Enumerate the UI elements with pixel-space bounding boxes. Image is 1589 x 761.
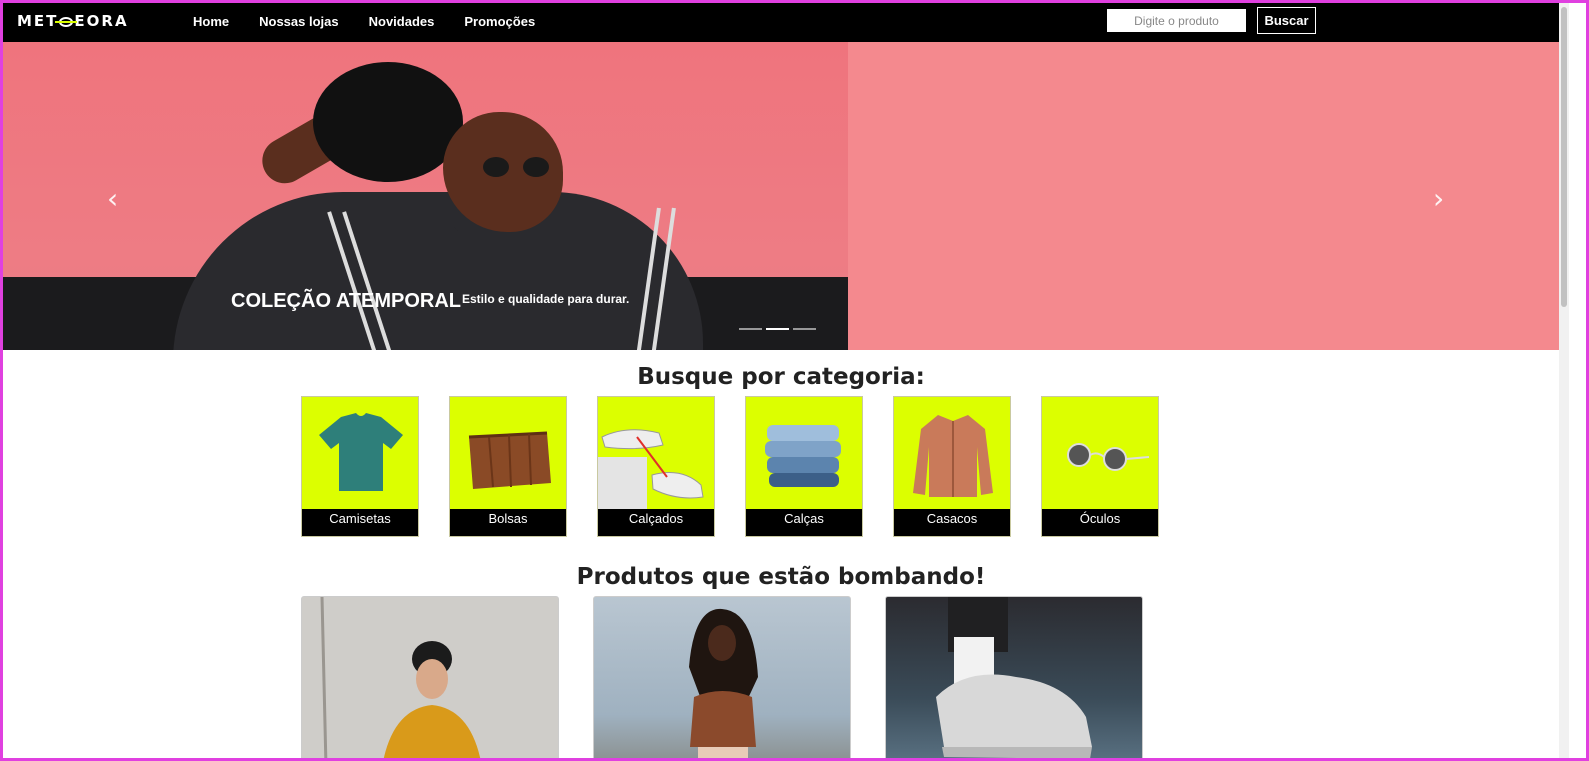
sneakers-icon — [598, 397, 714, 510]
category-label: Casacos — [894, 509, 1010, 536]
product-image — [320, 597, 481, 758]
jeans-icon — [765, 425, 841, 487]
category-camisetas[interactable]: Camisetas — [301, 396, 419, 537]
categories-title: Busque por categoria: — [637, 364, 925, 390]
nav-links: Home Nossas lojas Novidades Promoções — [193, 14, 535, 29]
hero-title: COLEÇÃO ATEMPORAL — [231, 290, 461, 312]
carousel-indicator-3[interactable] — [793, 328, 816, 330]
hero-subtitle: Estilo e qualidade para durar. — [462, 292, 630, 306]
category-oculos[interactable]: Óculos — [1041, 396, 1159, 537]
category-label: Calças — [746, 509, 862, 536]
trending-products — [301, 596, 1143, 758]
category-casacos[interactable]: Casacos — [893, 396, 1011, 537]
category-list: Camisetas Bolsas Calçados Calças Casacos… — [301, 396, 1159, 537]
category-label: Calçados — [598, 509, 714, 536]
top-navbar: MET EORA Home Nossas lojas Novidades Prom… — [3, 3, 1559, 42]
nav-link-novidades[interactable]: Novidades — [369, 14, 435, 29]
product-card[interactable] — [885, 596, 1143, 758]
category-label: Óculos — [1042, 509, 1158, 536]
hero-carousel: COLEÇÃO ATEMPORAL Estilo e qualidade par… — [3, 42, 1559, 350]
chevron-left-icon[interactable]: ‹ — [107, 182, 118, 215]
category-label: Camisetas — [302, 509, 418, 536]
sunglasses-icon — [1067, 443, 1150, 471]
nav-link-promocoes[interactable]: Promoções — [464, 14, 535, 29]
carousel-indicator-1[interactable] — [739, 328, 762, 330]
tshirt-icon — [319, 413, 403, 491]
trending-title: Produtos que estão bombando! — [576, 564, 986, 590]
brand-logo[interactable]: MET EORA — [17, 12, 129, 30]
page: MET EORA Home Nossas lojas Novidades Prom… — [3, 3, 1586, 758]
category-label: Bolsas — [450, 509, 566, 536]
nav-link-home[interactable]: Home — [193, 14, 229, 29]
search-button[interactable]: Buscar — [1257, 7, 1316, 34]
category-calcados[interactable]: Calçados — [597, 396, 715, 537]
carousel-indicator-2[interactable] — [766, 328, 789, 330]
product-image — [689, 608, 758, 758]
bag-icon — [468, 431, 551, 489]
category-calcas[interactable]: Calças — [745, 396, 863, 537]
category-bolsas[interactable]: Bolsas — [449, 396, 567, 537]
chevron-right-icon[interactable]: › — [1433, 182, 1444, 215]
search-input[interactable] — [1107, 9, 1246, 32]
product-image — [936, 597, 1092, 758]
carousel-indicators — [739, 328, 816, 330]
jacket-icon — [913, 415, 993, 497]
nav-link-nossas-lojas[interactable]: Nossas lojas — [259, 14, 339, 29]
scrollbar-thumb[interactable] — [1561, 7, 1567, 307]
product-card[interactable] — [593, 596, 851, 758]
product-card[interactable] — [301, 596, 559, 758]
scrollbar[interactable] — [1559, 3, 1569, 758]
